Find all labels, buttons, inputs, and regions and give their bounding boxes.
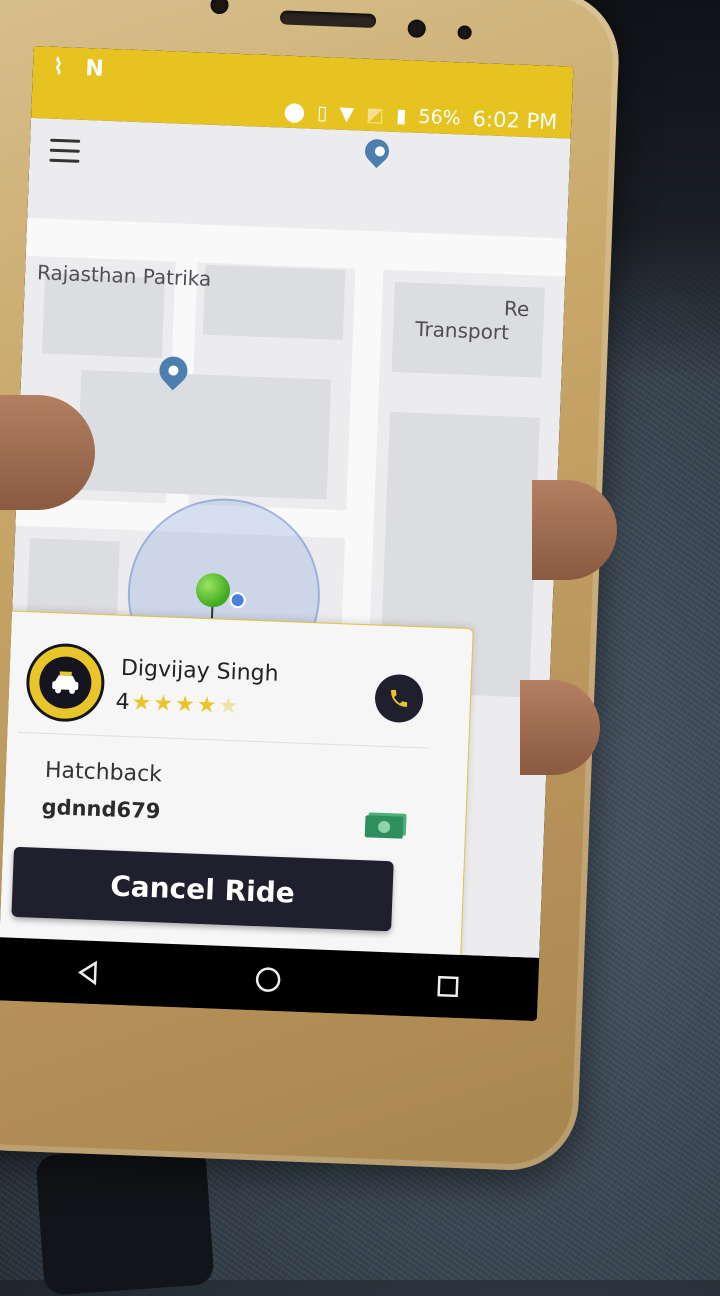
phone-sensor [407, 19, 427, 38]
phone-front-camera [210, 0, 229, 15]
battery-icon: ▮ [395, 104, 407, 128]
vibrate-icon: ▯ [316, 101, 328, 125]
driver-rating: 4 ★ ★ ★ ★ ★ [115, 690, 239, 720]
phone-device: ⌇ N ⬤ ▯ ▼ ◩ ▮ 56% 6:02 PM Rajasthan Patr… [0, 0, 622, 1173]
phone-earpiece [279, 10, 377, 29]
menu-icon[interactable] [49, 138, 81, 170]
map-building [76, 370, 332, 500]
rating-value: 4 [115, 689, 131, 716]
phone-icon [391, 689, 408, 707]
location-icon: ⬤ [283, 100, 306, 124]
phone-screen: ⌇ N ⬤ ▯ ▼ ◩ ▮ 56% 6:02 PM Rajasthan Patr… [0, 45, 574, 1021]
n-icon: N [84, 55, 105, 82]
vehicle-plate: gdnnd679 [41, 794, 161, 824]
no-sim-icon: ◩ [365, 103, 385, 127]
star-icon: ★ [152, 691, 174, 717]
star-empty-icon: ★ [218, 693, 239, 720]
broom-icon: ⌇ [52, 54, 65, 81]
status-time: 6:02 PM [472, 106, 558, 135]
cancel-ride-button[interactable]: Cancel Ride [11, 846, 394, 932]
star-icon: ★ [131, 690, 152, 716]
driver-avatar [24, 642, 106, 724]
taxi-icon [38, 655, 93, 710]
battery-percent: 56% [418, 105, 462, 130]
shopping-pin-icon[interactable] [360, 134, 394, 169]
ride-details-card: Digvijay Singh 4 ★ ★ ★ ★ ★ Hatchback gdn… [0, 610, 474, 996]
driver-name: Digvijay Singh [120, 655, 280, 687]
call-driver-button[interactable] [374, 673, 424, 724]
star-icon: ★ [196, 692, 218, 719]
wifi-icon: ▼ [339, 102, 355, 126]
card-divider [18, 731, 429, 749]
status-left-icons: ⌇ N [53, 55, 105, 82]
map-label-transport: Transport [414, 316, 510, 345]
map-building [202, 264, 346, 341]
star-icon: ★ [174, 691, 196, 718]
home-icon[interactable] [253, 964, 284, 995]
recents-icon[interactable] [432, 970, 463, 1001]
back-icon[interactable] [73, 957, 104, 988]
vehicle-type: Hatchback [44, 757, 163, 788]
phone-sensor-2 [457, 25, 472, 40]
map-label-transport-prefix: Re [503, 296, 530, 322]
cash-payment-icon [364, 815, 404, 839]
usb-cable [35, 1144, 215, 1296]
